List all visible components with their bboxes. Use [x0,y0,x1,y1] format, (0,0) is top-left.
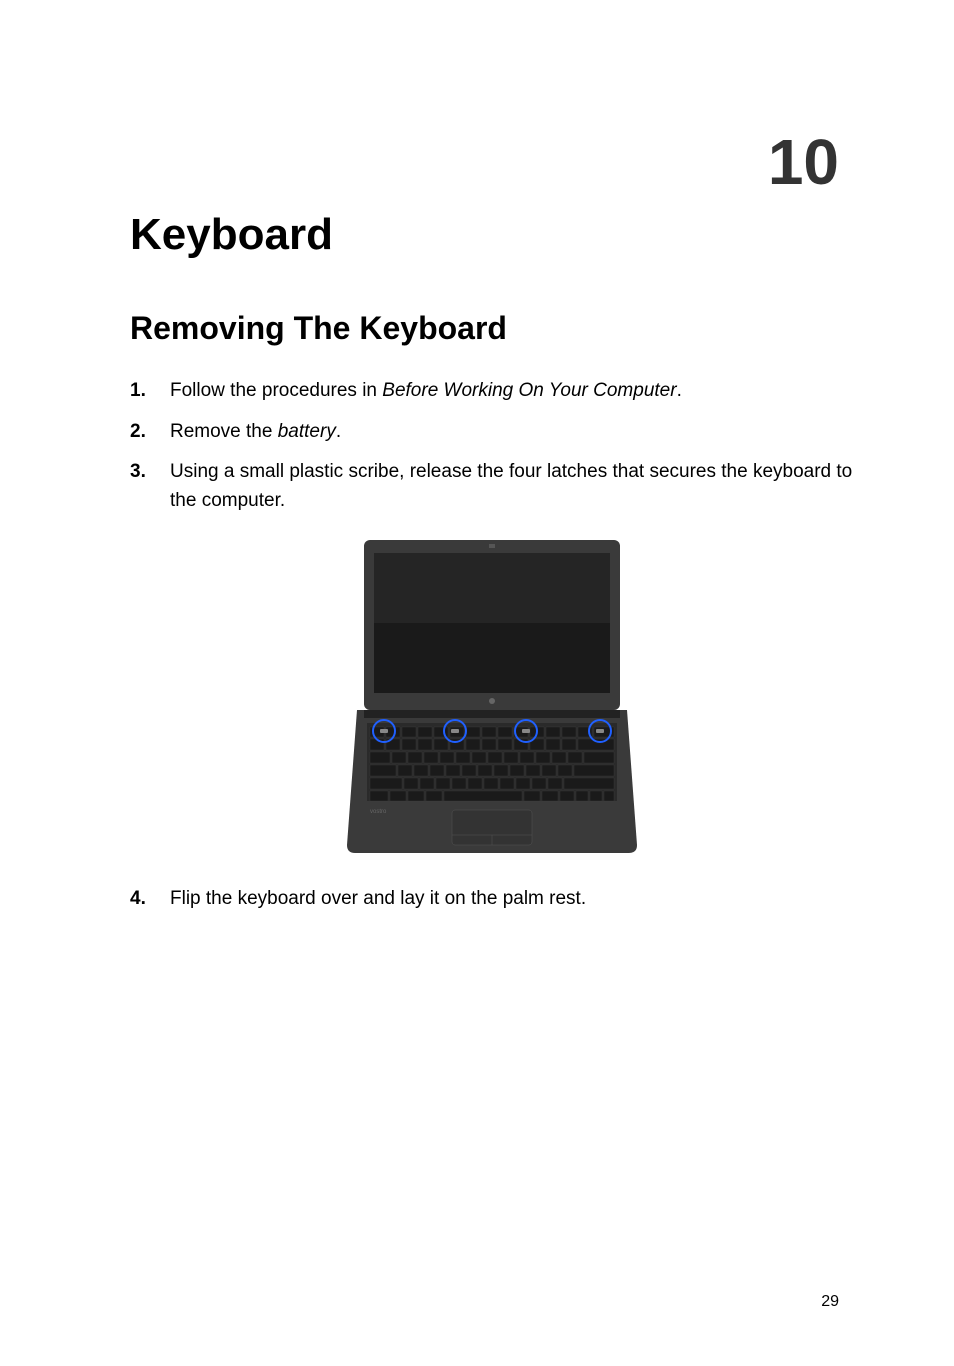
step-text: Follow the procedures in Before Working … [170,377,854,406]
section-heading: Removing The Keyboard [130,310,854,347]
step-item: 1. Follow the procedures in Before Worki… [130,377,854,406]
page-number: 29 [821,1293,839,1311]
step-text: Remove the battery. [170,418,854,447]
laptop-diagram: vostro [342,535,642,855]
steps-list: 1. Follow the procedures in Before Worki… [130,377,854,515]
chapter-title: Keyboard [130,210,854,260]
svg-text:vostro: vostro [370,809,387,815]
steps-list-continued: 4. Flip the keyboard over and lay it on … [130,885,854,914]
step-text: Using a small plastic scribe, release th… [170,458,854,515]
step-number: 3. [130,458,170,515]
step-prefix: Remove the [170,421,278,442]
step-item: 2. Remove the battery. [130,418,854,447]
figure-container: vostro [130,535,854,860]
step-link[interactable]: Before Working On Your Computer [382,380,676,401]
step-text: Flip the keyboard over and lay it on the… [170,885,854,914]
step-prefix: Flip the keyboard over and lay it on the… [170,888,586,909]
chapter-number: 10 [768,125,839,199]
step-prefix: Follow the procedures in [170,380,382,401]
step-suffix: . [336,421,341,442]
step-prefix: Using a small plastic scribe, release th… [170,461,852,511]
step-item: 3. Using a small plastic scribe, release… [130,458,854,515]
step-number: 2. [130,418,170,447]
step-item: 4. Flip the keyboard over and lay it on … [130,885,854,914]
step-link[interactable]: battery [278,421,336,442]
step-number: 4. [130,885,170,914]
step-number: 1. [130,377,170,406]
step-suffix: . [677,380,682,401]
